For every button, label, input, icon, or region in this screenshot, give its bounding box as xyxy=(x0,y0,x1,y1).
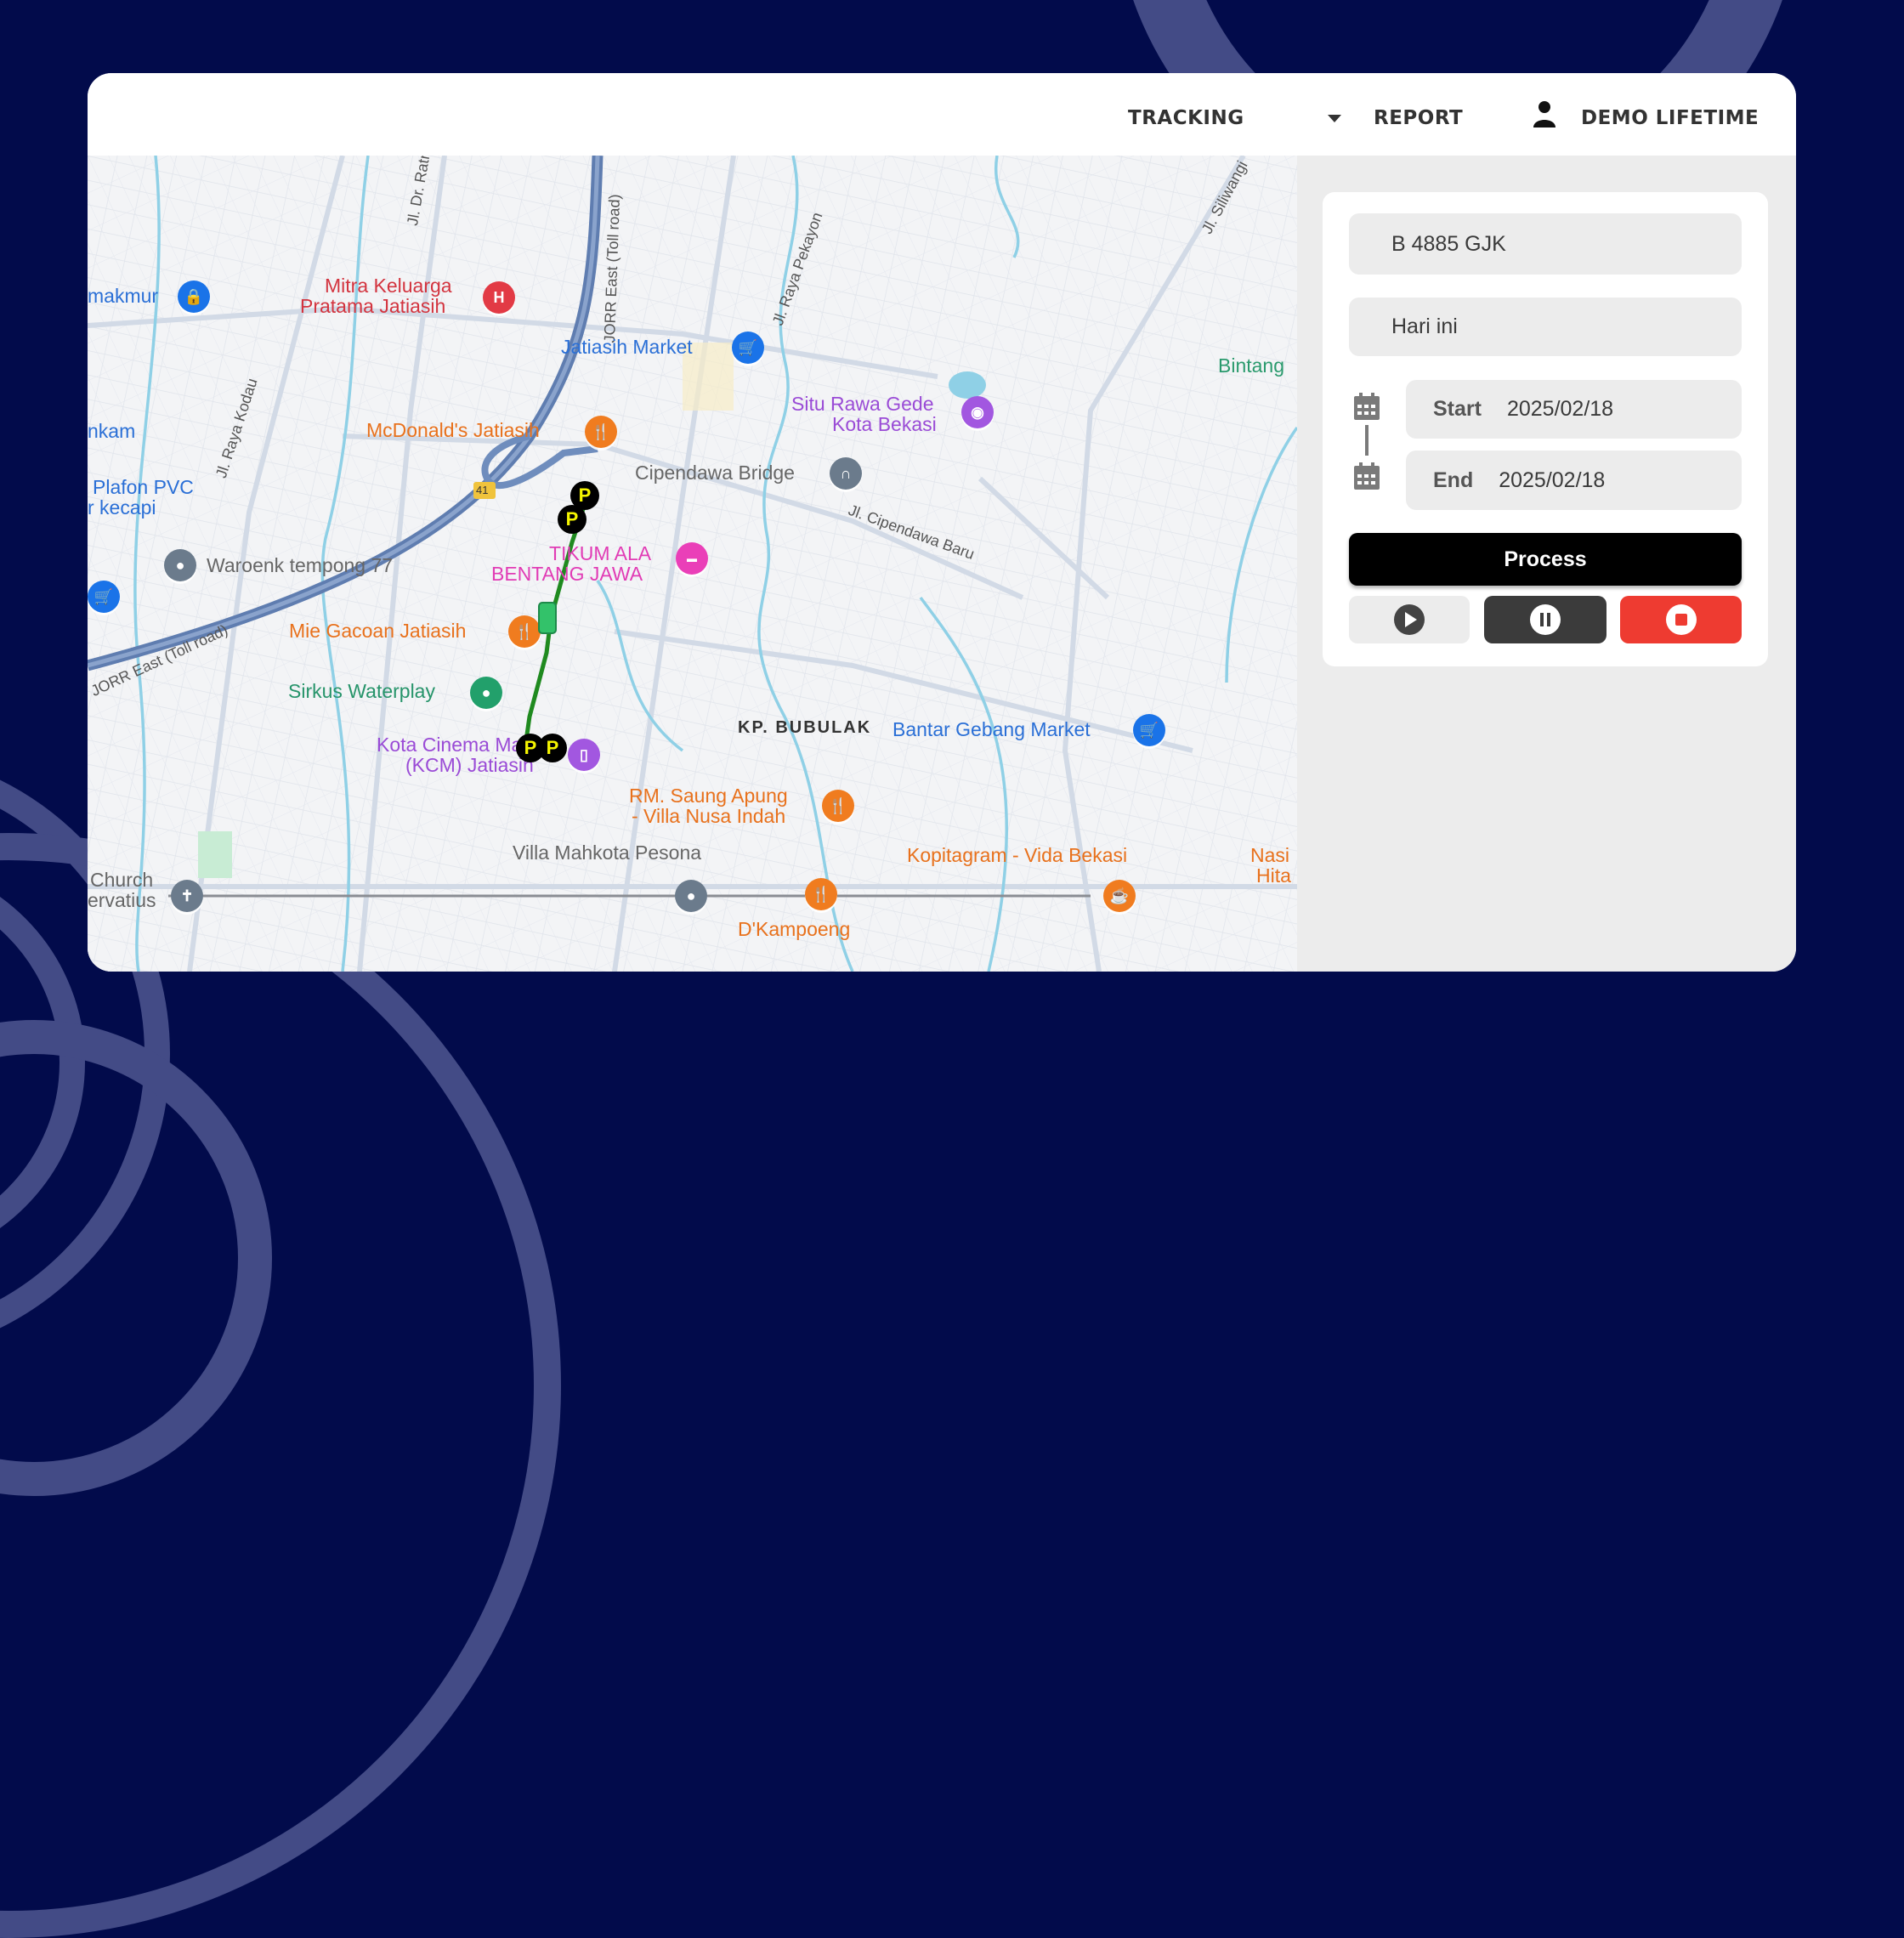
poi-label[interactable]: Bintang xyxy=(1218,355,1284,376)
poi-label[interactable]: Hita xyxy=(1256,865,1291,886)
poi-label[interactable]: Mitra Keluarga xyxy=(325,275,452,296)
poi-label[interactable]: Cipendawa Bridge xyxy=(635,462,795,483)
restaurant-icon[interactable]: 🍴 xyxy=(822,790,854,822)
poi-label[interactable]: Kopitagram - Vida Bekasi xyxy=(907,845,1127,865)
cafe-icon[interactable]: ☕ xyxy=(1103,880,1136,912)
shopping-cart-icon[interactable]: 🛒 xyxy=(88,581,120,613)
lake xyxy=(949,371,986,399)
mall-icon[interactable]: ▯ xyxy=(568,739,600,771)
control-panel-area: B 4885 GJK Hari ini Start 2025/02/18 End… xyxy=(1297,156,1796,972)
poi-label[interactable]: Nasi xyxy=(1250,845,1289,865)
poi-label[interactable]: Plafon PVC xyxy=(93,477,194,497)
poi-label[interactable]: Jatiasih Market xyxy=(561,337,693,357)
caret-down-icon[interactable] xyxy=(1328,115,1341,122)
area-label: KP. BUBULAK xyxy=(738,718,872,737)
restaurant-icon[interactable]: 🍴 xyxy=(585,416,617,448)
end-date-value: 2025/02/18 xyxy=(1499,468,1606,492)
restaurant-icon[interactable]: 🍴 xyxy=(805,878,837,910)
poi-label[interactable]: Sirkus Waterplay xyxy=(288,681,435,701)
poi-label[interactable]: nkam xyxy=(88,421,135,441)
camera-icon[interactable]: ◉ xyxy=(961,396,994,428)
control-panel: B 4885 GJK Hari ini Start 2025/02/18 End… xyxy=(1323,192,1768,666)
stop-button[interactable] xyxy=(1620,596,1742,643)
stop-icon xyxy=(1665,604,1697,635)
vehicle-marker[interactable] xyxy=(538,602,557,634)
poi-label[interactable]: Villa Mahkota Pesona xyxy=(513,842,701,863)
poi-label[interactable]: makmur xyxy=(88,286,158,306)
market-icon[interactable]: 🛒 xyxy=(1133,714,1165,746)
poi-label[interactable]: Situ Rawa Gede xyxy=(791,394,933,414)
poi-label[interactable]: (KCM) Jatiasih xyxy=(405,755,534,775)
park-icon[interactable]: ● xyxy=(470,677,502,709)
play-icon xyxy=(1394,604,1425,635)
poi-label[interactable]: TIKUM ALA xyxy=(549,543,651,564)
person-icon[interactable] xyxy=(1529,99,1560,129)
nav-report[interactable]: REPORT xyxy=(1374,107,1463,129)
date-range-connector xyxy=(1365,425,1368,456)
place-icon[interactable]: ● xyxy=(164,549,196,581)
poi-label[interactable]: - Villa Nusa Indah xyxy=(632,806,785,826)
poi-label[interactable]: Mie Gacoan Jatiasih xyxy=(289,620,466,641)
top-navigation: TRACKING REPORT DEMO LIFETIME xyxy=(88,73,1796,156)
start-label: Start xyxy=(1433,397,1482,421)
poi-label[interactable]: Bantar Gebang Market xyxy=(892,719,1091,740)
poi-label[interactable]: Kota Cinema Mall xyxy=(377,734,531,755)
poi-label[interactable]: Church xyxy=(90,870,153,890)
start-date-field[interactable]: Start 2025/02/18 xyxy=(1406,380,1742,439)
period-select[interactable]: Hari ini xyxy=(1349,298,1742,356)
user-menu[interactable]: DEMO LIFETIME xyxy=(1581,107,1759,129)
end-label: End xyxy=(1433,468,1474,492)
pause-icon xyxy=(1530,604,1561,635)
pause-button[interactable] xyxy=(1484,596,1606,643)
route-number: 41 xyxy=(476,484,489,496)
poi-label[interactable]: RM. Saung Apung xyxy=(629,785,788,806)
restaurant-icon[interactable]: 🍴 xyxy=(508,615,541,648)
hospital-icon[interactable]: H xyxy=(483,281,515,314)
poi-label[interactable]: Waroenk tempong 77 xyxy=(207,555,393,575)
hotel-icon[interactable]: ▬ xyxy=(676,542,708,575)
poi-label[interactable]: Pratama Jatiasih xyxy=(300,296,445,316)
church-icon[interactable]: ✝ xyxy=(171,880,203,912)
market-icon[interactable]: 🛒 xyxy=(732,332,764,364)
start-date-value: 2025/02/18 xyxy=(1506,397,1614,421)
nav-tracking[interactable]: TRACKING xyxy=(1128,107,1244,129)
process-button[interactable]: Process xyxy=(1349,533,1742,586)
app-window: TRACKING REPORT DEMO LIFETIME Jl. Dr. Ra… xyxy=(88,73,1796,972)
period-value: Hari ini xyxy=(1391,314,1458,338)
place-icon[interactable]: ● xyxy=(675,880,707,912)
bridge-icon[interactable]: ∩ xyxy=(830,457,862,490)
vehicle-value: B 4885 GJK xyxy=(1391,231,1506,256)
parking-marker[interactable]: P xyxy=(538,734,567,762)
poi-label[interactable]: D'Kampoeng xyxy=(738,919,850,939)
poi-label[interactable]: ervatius xyxy=(88,890,156,910)
play-button[interactable] xyxy=(1349,596,1470,643)
calendar-icon xyxy=(1352,391,1382,426)
poi-label[interactable]: r kecapi xyxy=(88,497,156,518)
end-date-field[interactable]: End 2025/02/18 xyxy=(1406,450,1742,510)
poi-label[interactable]: McDonald's Jatiasih xyxy=(366,420,540,440)
poi-label[interactable]: Kota Bekasi xyxy=(832,414,937,434)
parking-marker[interactable]: P xyxy=(558,505,586,534)
shopping-icon[interactable]: 🔒 xyxy=(178,280,210,313)
poi-label[interactable]: BENTANG JAWA xyxy=(491,564,643,584)
map-view[interactable]: Jl. Dr. Ratna JORR East (Toll road) Jl. … xyxy=(88,156,1297,972)
process-label: Process xyxy=(1504,547,1587,571)
vehicle-select[interactable]: B 4885 GJK xyxy=(1349,213,1742,275)
calendar-icon xyxy=(1352,461,1382,496)
